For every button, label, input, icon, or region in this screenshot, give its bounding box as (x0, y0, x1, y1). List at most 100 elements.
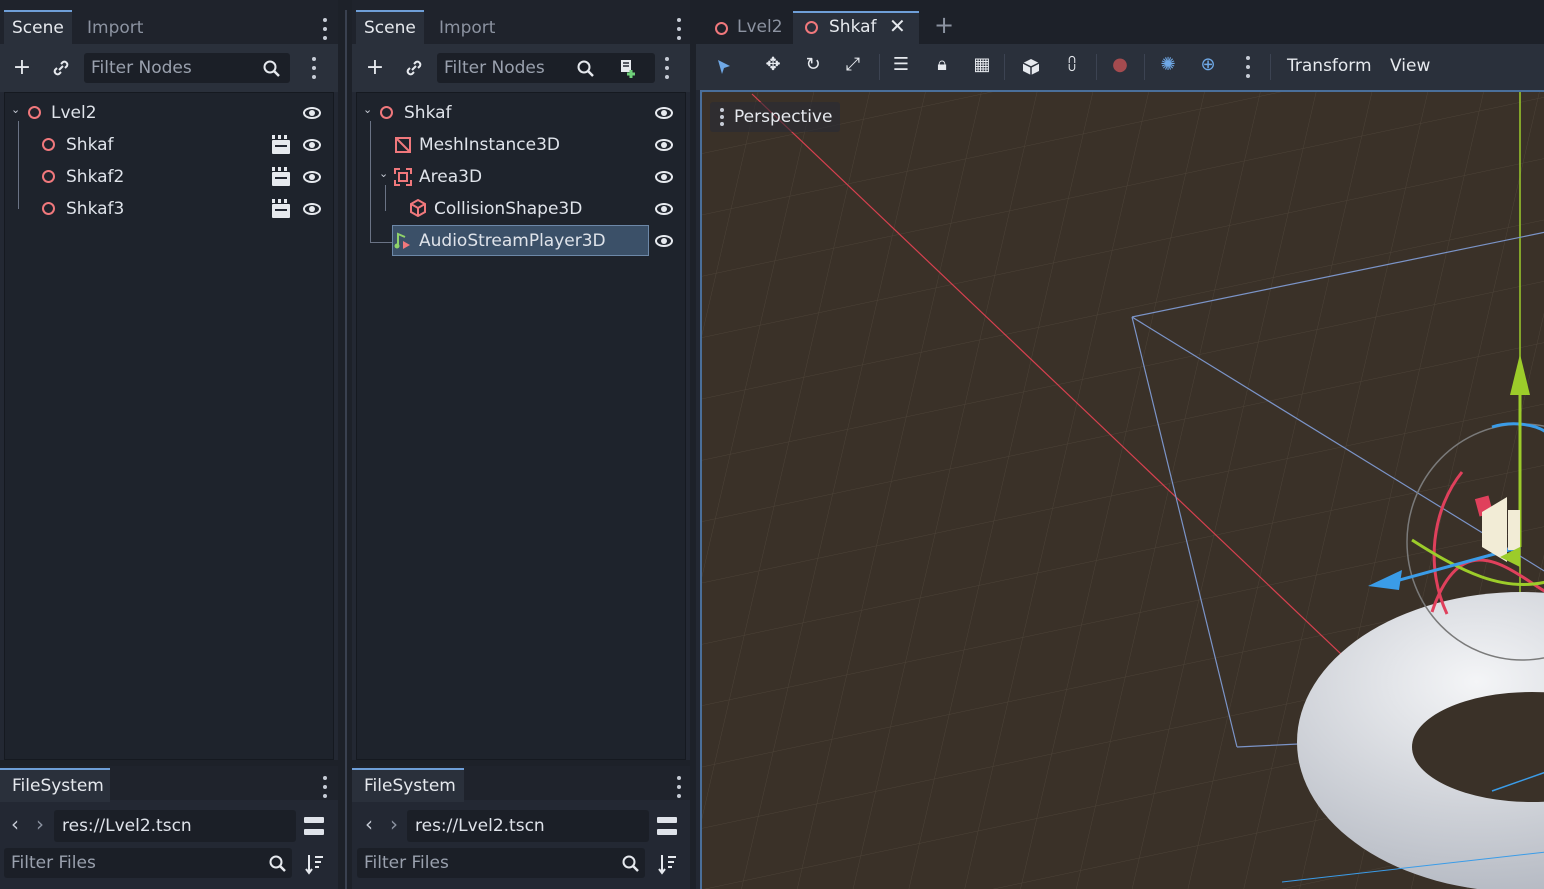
add-node-icon[interactable]: + (363, 57, 387, 79)
tab-scene[interactable]: Scene (356, 10, 424, 44)
dock-menu-icon[interactable] (676, 18, 682, 40)
open-scene-clapper-icon[interactable] (272, 199, 290, 218)
add-tab-icon[interactable]: + (934, 13, 954, 37)
scene-tab-label: Lvel2 (737, 17, 783, 37)
link-icon[interactable] (51, 58, 71, 78)
tree-guide (370, 242, 392, 243)
filter-files-placeholder: Filter Files (364, 853, 449, 873)
scene-tab-label: Shkaf (829, 17, 877, 37)
visibility-eye-icon[interactable] (655, 139, 673, 151)
visibility-eye-icon[interactable] (655, 235, 673, 247)
sort-icon[interactable] (657, 853, 677, 875)
visibility-eye-icon[interactable] (655, 171, 673, 183)
visibility-eye-icon[interactable] (303, 203, 321, 215)
scene-options-icon[interactable] (664, 57, 670, 79)
sort-icon[interactable] (304, 853, 324, 875)
perspective-menu[interactable]: Perspective (710, 102, 841, 132)
tree-guide (385, 185, 386, 211)
viewport-options-icon[interactable] (1245, 56, 1251, 78)
visibility-eye-icon[interactable] (303, 107, 321, 119)
filesystem-path-field[interactable]: res://Lvel2.tscn (54, 810, 296, 842)
visibility-eye-icon[interactable] (303, 171, 321, 183)
split-mode-icon[interactable] (657, 817, 677, 835)
tree-item-audiostreamplayer3d[interactable]: AudioStreamPlayer3D (419, 225, 606, 257)
link-icon[interactable] (404, 58, 424, 78)
tree-item-meshinstance3d[interactable]: MeshInstance3D (419, 129, 560, 161)
splitter-grip (345, 10, 347, 889)
tree-item-lvel2[interactable]: Lvel2 (51, 97, 97, 129)
menu-view[interactable]: View (1390, 56, 1430, 76)
node3d-icon (380, 106, 393, 119)
scale-tool-icon[interactable]: ⤢ (842, 54, 864, 75)
close-tab-icon[interactable]: ✕ (889, 14, 906, 38)
forward-arrow-icon[interactable]: › (36, 812, 44, 836)
menu-transform[interactable]: Transform (1287, 56, 1372, 76)
mid-filesystem-dock: FileSystem ‹ › res://Lvel2.tscn Filter F… (352, 766, 690, 889)
tab-filesystem[interactable]: FileSystem (0, 768, 110, 802)
back-arrow-icon[interactable]: ‹ (365, 812, 373, 836)
open-scene-clapper-icon[interactable] (272, 135, 290, 154)
dock-menu-icon[interactable] (322, 776, 328, 798)
node3d-icon (805, 21, 818, 34)
node3d-icon (715, 22, 728, 35)
tree-item-shkaf3[interactable]: Shkaf3 (66, 193, 124, 225)
tree-item-shkaf[interactable]: Shkaf (66, 129, 114, 161)
left-scene-dock: Scene Import + Filter Nodes ⌄ Lvel2 Shka… (0, 0, 338, 760)
sun-preview-icon[interactable]: ✺ (1157, 54, 1179, 75)
filesystem-path-field[interactable]: res://Lvel2.tscn (407, 810, 649, 842)
dock-menu-icon[interactable] (322, 18, 328, 40)
dock-menu-icon[interactable] (676, 776, 682, 798)
open-scene-clapper-icon[interactable] (272, 167, 290, 186)
scene-tab-lvel2[interactable]: Lvel2 (704, 12, 794, 44)
search-icon (263, 60, 280, 77)
tree-guide (370, 121, 371, 243)
collapse-arrow-icon[interactable]: ⌄ (379, 167, 388, 180)
tree-item-shkaf2[interactable]: Shkaf2 (66, 161, 124, 193)
scene-tab-shkaf[interactable]: Shkaf ✕ (793, 11, 919, 44)
lock-icon[interactable]: 🔒︎ (931, 54, 953, 75)
perspective-label: Perspective (734, 107, 833, 127)
rotate-tool-icon[interactable]: ↻ (802, 54, 824, 75)
viewport-3d[interactable]: Perspective (700, 90, 1544, 889)
add-node-icon[interactable]: + (10, 57, 34, 79)
local-space-icon[interactable] (1021, 57, 1041, 77)
collapse-arrow-icon[interactable]: ⌄ (363, 103, 372, 116)
tree-item-shkaf[interactable]: Shkaf (404, 97, 452, 129)
scene-toolbar: + Filter Nodes (0, 44, 338, 92)
tab-import[interactable]: Import (79, 10, 151, 44)
filter-files-placeholder: Filter Files (11, 853, 96, 873)
scene-options-icon[interactable] (311, 57, 317, 79)
tab-filesystem[interactable]: FileSystem (352, 768, 464, 802)
toolbar-divider (1096, 54, 1097, 80)
visibility-eye-icon[interactable] (303, 139, 321, 151)
group-icon[interactable]: ▦ (971, 54, 993, 75)
node3d-icon (42, 138, 55, 151)
tree-item-area3d[interactable]: Area3D (419, 161, 482, 193)
mesh-instance-icon (395, 137, 411, 153)
tab-import[interactable]: Import (431, 10, 503, 44)
back-arrow-icon[interactable]: ‹ (11, 812, 19, 836)
mid-dock-tabbar: Scene Import (352, 0, 690, 44)
tab-scene[interactable]: Scene (4, 10, 72, 44)
visibility-eye-icon[interactable] (655, 107, 673, 119)
snap-icon[interactable]: ⩇ (1061, 54, 1083, 75)
list-select-icon[interactable]: ☰ (890, 54, 912, 75)
node3d-icon (42, 170, 55, 183)
node3d-icon (42, 202, 55, 215)
visibility-eye-icon[interactable] (655, 203, 673, 215)
environment-preview-icon[interactable]: ⊕ (1197, 54, 1219, 75)
filter-nodes-input[interactable]: Filter Nodes (84, 53, 290, 83)
camera-override-icon[interactable]: ● (1108, 54, 1132, 75)
attach-script-icon[interactable] (616, 57, 638, 79)
forward-arrow-icon[interactable]: › (390, 812, 398, 836)
tree-item-collisionshape3d[interactable]: CollisionShape3D (434, 193, 582, 225)
collapse-arrow-icon[interactable]: ⌄ (11, 103, 20, 116)
search-icon (622, 855, 639, 872)
toolbar-divider (1270, 54, 1271, 80)
select-tool-icon[interactable] (715, 58, 733, 76)
area3d-icon (394, 168, 412, 186)
scene-tree: ⌄ Shkaf MeshInstance3D ⌄ Area3D Collisio… (356, 92, 686, 760)
audio-stream-player-icon (394, 232, 410, 249)
move-tool-icon[interactable]: ✥ (762, 54, 784, 75)
split-mode-icon[interactable] (304, 817, 324, 835)
